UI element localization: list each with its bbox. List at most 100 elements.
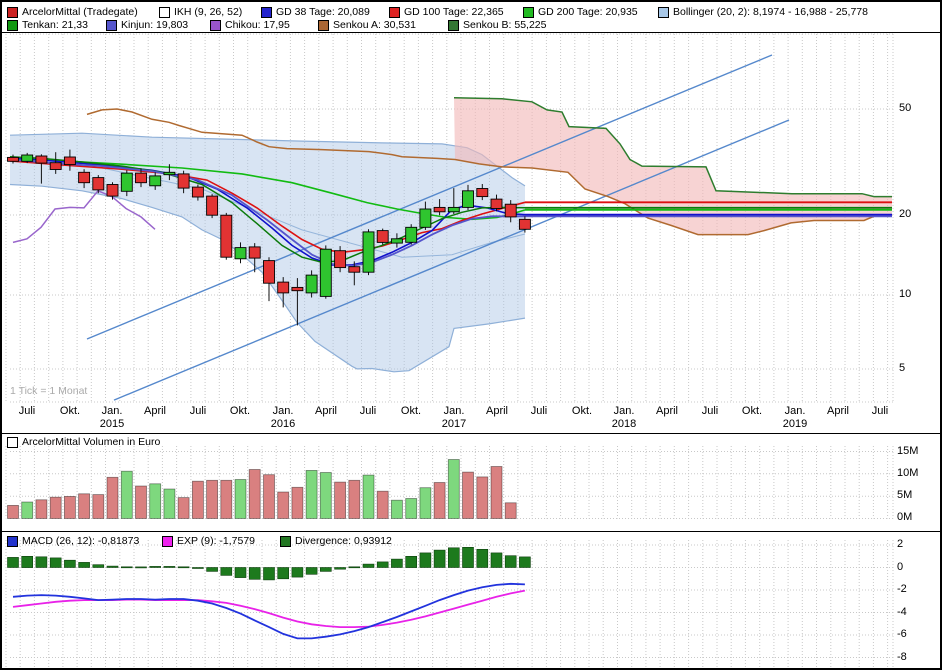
candle-body [36,156,47,163]
legend-item-macd[interactable]: MACD (26, 12): -0,81873 [7,535,139,547]
month-tick-label: Juli [346,405,390,417]
volume-tick-label: 5M [897,489,912,501]
legend-item-kinjun[interactable]: Kinjun: 19,803 [106,19,188,31]
volume-tick-label: 10M [897,467,918,479]
macd-tick-label: 0 [897,561,903,573]
candle-body [207,196,218,215]
legend-item-senkou-b[interactable]: Senkou B: 55,225 [448,19,546,31]
gd200-label: GD 200 Tage: 20,935 [538,6,638,18]
legend-item-ikh[interactable]: IKH (9, 26, 52) [159,6,242,18]
divergence-bar [64,560,75,567]
candle-body [406,227,417,242]
price-tick-label: 10 [899,288,911,300]
divergence-bar [221,568,232,576]
candle-body [477,189,488,197]
candle-body [93,178,104,190]
symbol-label: ArcelorMittal (Tradegate) [22,6,138,18]
volume-bar [178,498,189,519]
exp-swatch-icon [162,536,173,547]
divergence-bar [363,564,374,567]
month-tick-label: Jan. [261,405,305,417]
candle-body [292,287,303,290]
volume-bar [278,492,289,519]
divergence-bar [107,566,118,567]
candle-body [192,187,203,197]
volume-bar [64,496,75,518]
divergence-bar [8,557,19,567]
legend-item-divergence[interactable]: Divergence: 0,93912 [280,535,392,547]
divergence-bar [164,566,175,567]
candle-body [150,176,161,186]
legend-item-senkou-a[interactable]: Senkou A: 30,531 [318,19,416,31]
month-tick-label: Juli [176,405,220,417]
divergence-bar [491,553,502,568]
candle-body [8,157,19,161]
ikh-label: IKH (9, 26, 52) [174,6,242,18]
legend-item-tenkan[interactable]: Tenkan: 21,33 [7,19,88,31]
year-tick-label: 2017 [432,418,476,430]
candle-body [519,219,530,229]
gd100-label: GD 100 Tage: 22,365 [404,6,504,18]
month-tick-label: Okt. [730,405,774,417]
divergence-bar [207,568,218,572]
volume-bar [391,500,402,518]
macd-lines [13,584,525,639]
volume-bar [505,503,516,519]
month-tick-label: Juli [688,405,732,417]
volume-tick-label: 15M [897,445,918,457]
volume-bar [306,470,317,518]
volume-bar [8,505,19,518]
divergence-swatch-icon [280,536,291,547]
divergence-bar [235,568,246,578]
candle-body [391,239,402,243]
legend-item-bollinger[interactable]: Bollinger (20, 2): 8,1974 - 16,988 - 25,… [658,6,868,18]
candle-body [50,163,61,170]
candle-body [136,173,147,183]
year-tick-label: 2018 [602,418,646,430]
divergence-bar [463,547,474,567]
month-tick-label: Juli [517,405,561,417]
kinjun-swatch-icon [106,20,117,31]
year-tick-label: 2016 [261,418,305,430]
legend-item-volume[interactable]: ArcelorMittal Volumen in Euro [7,436,160,448]
candle-body [221,215,232,257]
legend-item-chikou[interactable]: Chikou: 17,95 [210,19,290,31]
legend-item-exp[interactable]: EXP (9): -1,7579 [162,535,255,547]
month-tick-label: Jan. [602,405,646,417]
volume-tick-label: 0M [897,511,912,523]
bollinger-swatch-icon [658,7,669,18]
volume-bar [93,495,104,519]
candle-body [164,172,175,174]
volume-bar [463,472,474,518]
exp-label: EXP (9): -1,7579 [177,535,255,547]
volume-bar [136,486,147,519]
divergence-bar [292,568,303,578]
candle-body [505,204,516,217]
volume-bar [164,489,175,519]
bollinger-label: Bollinger (20, 2): 8,1974 - 16,988 - 25,… [673,6,868,18]
macd-tick-label: 2 [897,538,903,550]
gd100-swatch-icon [389,7,400,18]
candle-body [320,249,331,296]
month-tick-label: Okt. [48,405,92,417]
candle-body [463,191,474,208]
divergence-bar [377,562,388,568]
divergence-bar [278,568,289,579]
divergence-bar [519,557,530,568]
gd38-swatch-icon [261,7,272,18]
tenkan-label: Tenkan: 21,33 [22,19,88,31]
legend-item-symbol[interactable]: ArcelorMittal (Tradegate) [7,6,138,18]
macd-line [13,584,525,639]
divergence-label: Divergence: 0,93912 [295,535,392,547]
month-tick-label: April [475,405,519,417]
divergence-bar [79,562,90,567]
volume-checkbox-icon [7,437,18,448]
volume-bar [192,481,203,518]
volume-bar [335,482,346,518]
month-tick-label: Juli [858,405,902,417]
legend-item-gd100[interactable]: GD 100 Tage: 22,365 [389,6,504,18]
legend-item-gd38[interactable]: GD 38 Tage: 20,089 [261,6,370,18]
separator-volume-macd [2,531,940,532]
legend-item-gd200[interactable]: GD 200 Tage: 20,935 [523,6,638,18]
volume-bar [434,483,445,519]
